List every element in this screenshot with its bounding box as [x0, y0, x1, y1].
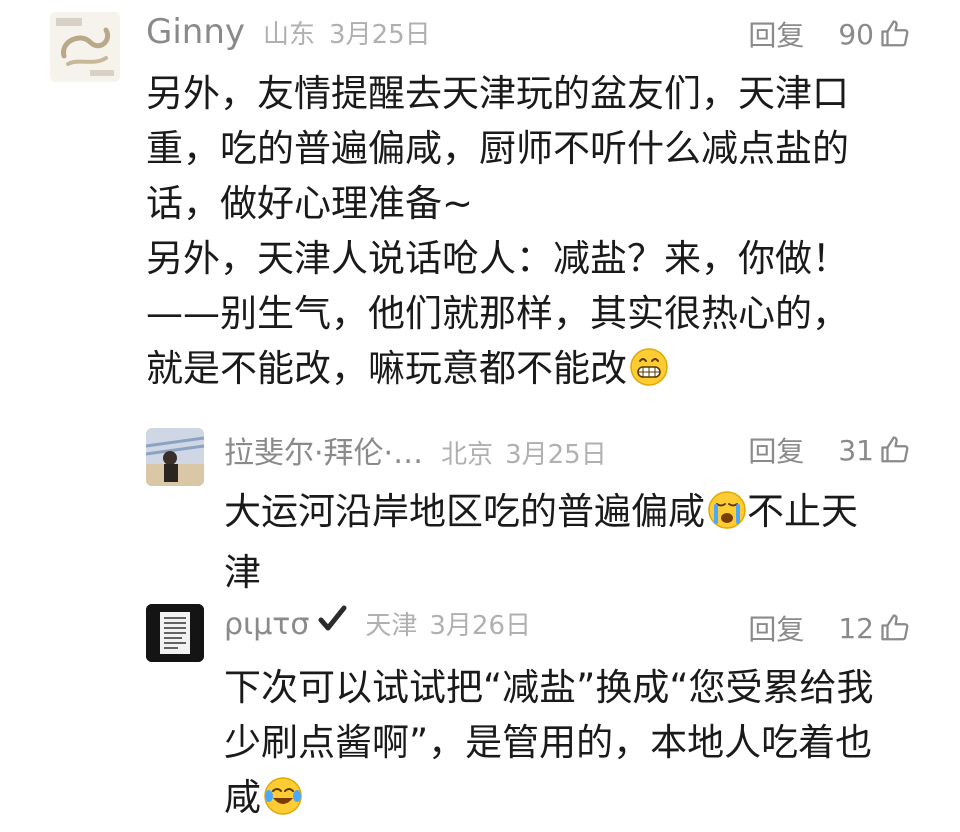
comment-text-segment: 咸 [224, 776, 261, 819]
comment-text-line: 下次可以试试把“减盐”换成“您受累给我 [224, 666, 874, 709]
comment-actions: 回复 31 [748, 430, 910, 470]
thumbs-up-icon [881, 614, 909, 641]
loudly-crying-emoji [707, 490, 747, 545]
thumbs-up-icon [881, 436, 909, 463]
region-label: 北京 [441, 440, 494, 470]
username[interactable]: Ginny [146, 12, 245, 52]
thumbs-up-icon [881, 20, 909, 47]
comment-text-segment: 不止天 [747, 490, 858, 533]
username[interactable]: ριμτσ [224, 607, 309, 642]
comment-text-line: 津 [224, 551, 261, 594]
reply-button[interactable]: 回复 [748, 14, 804, 54]
like-button[interactable]: 90 [838, 18, 910, 51]
checkmark-icon [317, 604, 347, 638]
comment-actions: 回复 12 [748, 608, 910, 648]
date-label: 3月25日 [329, 20, 431, 50]
comment-text-line: 另外，友情提醒去天津玩的盆友们，天津口 [146, 72, 849, 115]
avatar[interactable] [146, 428, 204, 486]
comment-body: 大运河沿岸地区吃的普遍偏咸 不止天 津 [224, 484, 858, 600]
reply-button[interactable]: 回复 [748, 430, 804, 470]
comment-text-line: ——别生气，他们就那样，其实很热心的， [146, 292, 849, 335]
avatar[interactable] [50, 12, 120, 82]
comment-text-line: 少刷点酱啊”，是管用的，本地人吃着也 [224, 721, 873, 764]
like-count: 31 [838, 433, 874, 467]
comment-text-line: 话，做好心理准备~ [146, 182, 474, 225]
tears-of-joy-emoji [263, 776, 303, 831]
grinning-emoji [629, 347, 669, 402]
like-button[interactable]: 31 [838, 434, 910, 467]
date-label: 3月26日 [429, 611, 532, 641]
comment-meta: 拉斐尔·拜伦·… 北京 3月25日 [224, 428, 607, 472]
comment-text-line-last: 咸 [224, 770, 874, 831]
comment-text-line: 大运河沿岸地区吃的普遍偏咸 不止天 [224, 484, 858, 545]
comment-actions: 回复 90 [748, 14, 910, 54]
comment-text-segment: 就是不能改，嘛玩意都不能改 [146, 347, 627, 390]
region-label: 山东 [263, 20, 316, 50]
like-count: 12 [838, 611, 874, 645]
comment-body: 另外，友情提醒去天津玩的盆友们，天津口 重，吃的普遍偏咸，厨师不听什么减点盐的 … [146, 66, 849, 402]
comment-body: 下次可以试试把“减盐”换成“您受累给我 少刷点酱啊”，是管用的，本地人吃着也 咸 [224, 660, 874, 831]
comment-text-line: 另外，天津人说话呛人：减盐？来，你做！ [146, 237, 849, 280]
like-button[interactable]: 12 [838, 612, 910, 645]
reply-button[interactable]: 回复 [748, 608, 804, 648]
comment-text-segment: 大运河沿岸地区吃的普遍偏咸 [224, 490, 705, 533]
comment-text-line-last: 就是不能改，嘛玩意都不能改 [146, 341, 849, 402]
username[interactable]: 拉斐尔·拜伦·… [224, 428, 423, 472]
region-label: 天津 [365, 611, 418, 641]
date-label: 3月25日 [505, 440, 607, 470]
like-count: 90 [838, 17, 874, 51]
comment-text-line: 重，吃的普遍偏咸，厨师不听什么减点盐的 [146, 127, 849, 170]
comment-meta: ριμτσ 天津 3月26日 [224, 604, 531, 642]
comment-meta: Ginny 山东 3月25日 [146, 12, 431, 52]
avatar[interactable] [146, 604, 204, 662]
